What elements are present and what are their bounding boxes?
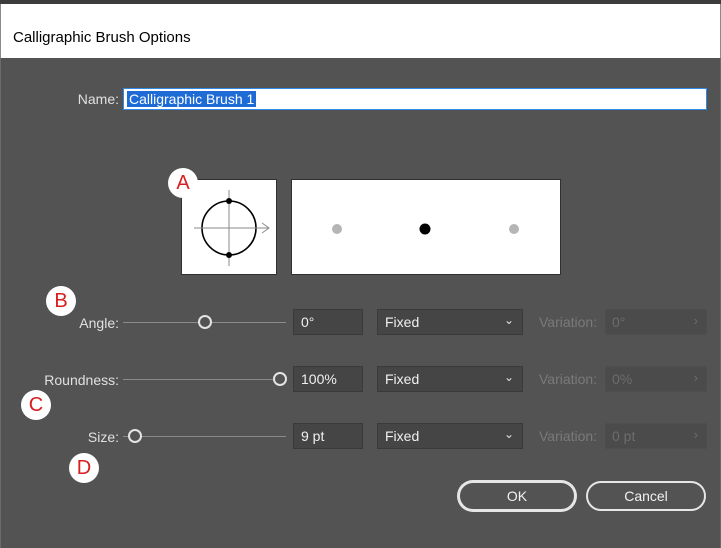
- roundness-variation-field[interactable]: 0% ›: [605, 366, 707, 392]
- angle-variation-field[interactable]: 0° ›: [605, 309, 707, 335]
- marker-b: B: [46, 286, 76, 316]
- marker-a: A: [168, 168, 198, 198]
- angle-label: Angle:: [79, 315, 119, 331]
- chevron-right-icon: ›: [693, 427, 698, 442]
- brush-shape-icon: [194, 190, 270, 266]
- size-slider-knob[interactable]: [128, 429, 142, 443]
- ok-button[interactable]: OK: [458, 481, 576, 511]
- size-mode-select[interactable]: Fixed ⌄: [377, 423, 523, 449]
- size-variation-field[interactable]: 0 pt ›: [605, 423, 707, 449]
- title-bar[interactable]: Calligraphic Brush Options: [0, 4, 721, 58]
- brush-options-dialog: Name: Calligraphic Brush 1 Angle: 0° Fix…: [0, 58, 721, 548]
- roundness-label: Roundness:: [44, 372, 119, 388]
- brush-shape-preview[interactable]: [181, 179, 277, 275]
- roundness-slider-knob[interactable]: [273, 372, 287, 386]
- chevron-down-icon: ⌄: [503, 427, 514, 441]
- chevron-down-icon: ⌄: [503, 370, 514, 384]
- roundness-field[interactable]: 100%: [293, 366, 363, 392]
- marker-d: D: [69, 453, 99, 483]
- size-variation-label: Variation:: [539, 428, 598, 444]
- roundness-mode-select[interactable]: Fixed ⌄: [377, 366, 523, 392]
- roundness-slider-track[interactable]: [123, 379, 286, 380]
- size-label: Size:: [87, 429, 119, 445]
- angle-mode-select[interactable]: Fixed ⌄: [377, 309, 523, 335]
- brush-stroke-preview: [291, 179, 561, 275]
- size-field[interactable]: 9 pt: [293, 423, 363, 449]
- name-label: Name:: [77, 91, 119, 107]
- size-mode-value: Fixed: [385, 428, 420, 444]
- size-slider-track[interactable]: [123, 436, 286, 437]
- angle-field[interactable]: 0°: [293, 309, 363, 335]
- roundness-variation-label: Variation:: [539, 371, 598, 387]
- chevron-down-icon: ⌄: [503, 313, 514, 327]
- angle-variation-value: 0°: [612, 314, 626, 330]
- cancel-button[interactable]: Cancel: [586, 481, 706, 511]
- size-variation-value: 0 pt: [612, 428, 636, 444]
- angle-slider-knob[interactable]: [198, 315, 212, 329]
- roundness-variation-value: 0%: [612, 371, 633, 387]
- stroke-sample-dots: [332, 223, 519, 235]
- angle-mode-value: Fixed: [385, 314, 420, 330]
- name-input-selected-text: Calligraphic Brush 1: [127, 91, 257, 107]
- marker-c: C: [21, 390, 51, 420]
- angle-variation-label: Variation:: [539, 314, 598, 330]
- chevron-right-icon: ›: [693, 370, 698, 385]
- chevron-right-icon: ›: [693, 313, 698, 328]
- name-input[interactable]: Calligraphic Brush 1: [123, 88, 707, 110]
- window-title: Calligraphic Brush Options: [13, 29, 191, 46]
- roundness-mode-value: Fixed: [385, 371, 420, 387]
